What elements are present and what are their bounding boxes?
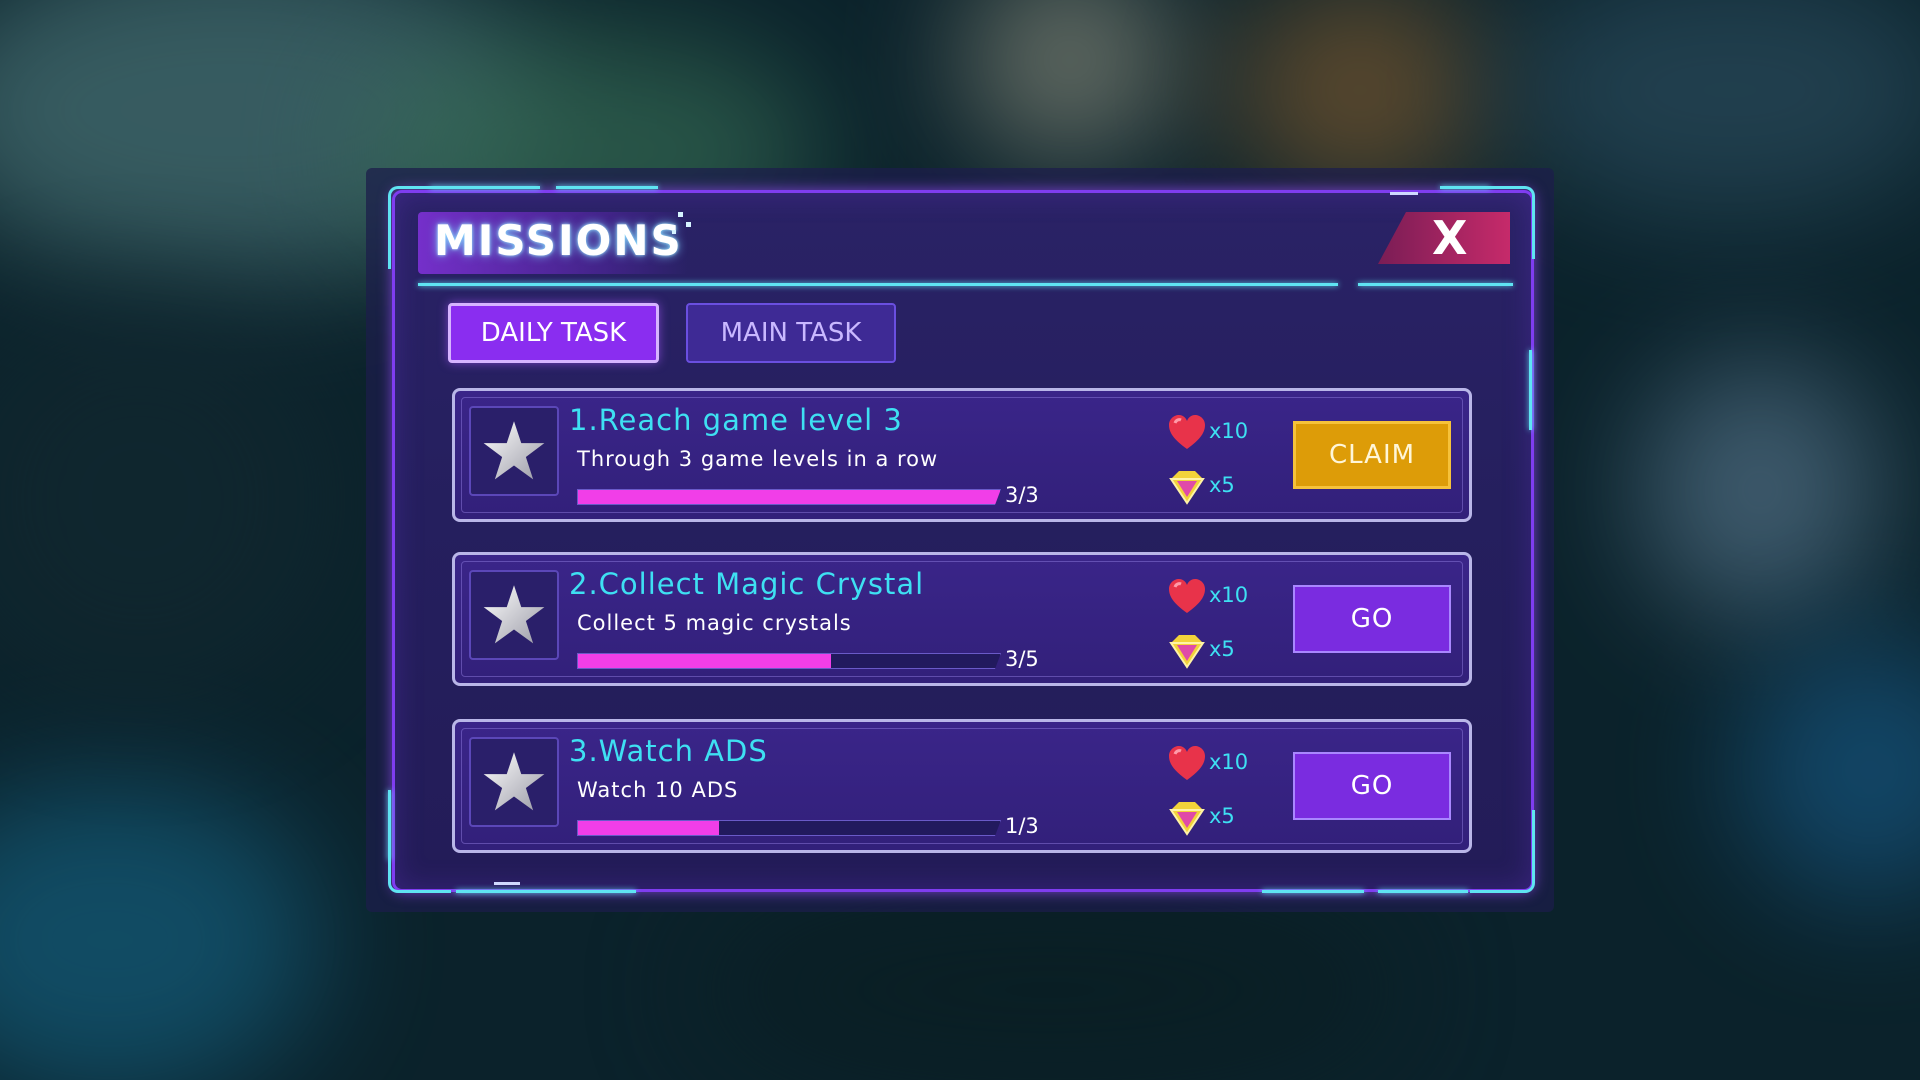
reward-amount: x10 [1209, 583, 1249, 607]
go-button[interactable]: GO [1293, 585, 1451, 653]
mission-card: 2.Collect Magic Crystal Collect 5 magic … [452, 552, 1472, 686]
tab-daily-task[interactable]: DAILY TASK [448, 303, 659, 363]
diamond-icon [1169, 802, 1205, 836]
header-divider [418, 283, 1338, 286]
heart-icon [1169, 579, 1205, 613]
mission-title: 3.Watch ADS [569, 734, 768, 768]
header-divider [1358, 283, 1513, 286]
progress-bar [577, 820, 1001, 836]
progress-bar [577, 653, 1001, 669]
mission-description: Collect 5 magic crystals [577, 611, 852, 635]
heart-icon [1169, 746, 1205, 780]
mission-title: 1.Reach game level 3 [569, 403, 903, 437]
mission-title: 2.Collect Magic Crystal [569, 567, 925, 601]
progress-bar [577, 489, 1001, 505]
title-sparkle [686, 222, 691, 227]
mission-description: Watch 10 ADS [577, 778, 739, 802]
go-button[interactable]: GO [1293, 752, 1451, 820]
mission-card: 1.Reach game level 3 Through 3 game leve… [452, 388, 1472, 522]
star-icon [483, 752, 545, 811]
progress-fill [578, 490, 1000, 504]
heart-icon [1169, 415, 1205, 449]
star-icon [483, 421, 545, 480]
progress-text: 3/5 [1005, 647, 1039, 671]
mission-description: Through 3 game levels in a row [577, 447, 939, 471]
tab-main-task[interactable]: MAIN TASK [686, 303, 896, 363]
reward-amount: x5 [1209, 637, 1235, 661]
reward-amount: x5 [1209, 804, 1235, 828]
reward-amount: x10 [1209, 750, 1249, 774]
reward-amount: x10 [1209, 419, 1249, 443]
progress-text: 3/3 [1005, 483, 1039, 507]
progress-fill [578, 654, 831, 668]
claim-button[interactable]: CLAIM [1293, 421, 1451, 489]
close-icon[interactable]: X [1432, 214, 1467, 262]
mission-star-badge [469, 570, 559, 660]
reward-amount: x5 [1209, 473, 1235, 497]
diamond-icon [1169, 635, 1205, 669]
mission-star-badge [469, 406, 559, 496]
title-sparkle [678, 212, 683, 217]
progress-fill [578, 821, 719, 835]
title-sparkle [672, 230, 676, 234]
diamond-icon [1169, 471, 1205, 505]
progress-text: 1/3 [1005, 814, 1039, 838]
star-icon [483, 585, 545, 644]
page-title: MISSIONS [434, 216, 683, 265]
mission-card: 3.Watch ADS Watch 10 ADS 1/3 x10 x5 GO [452, 719, 1472, 853]
mission-star-badge [469, 737, 559, 827]
